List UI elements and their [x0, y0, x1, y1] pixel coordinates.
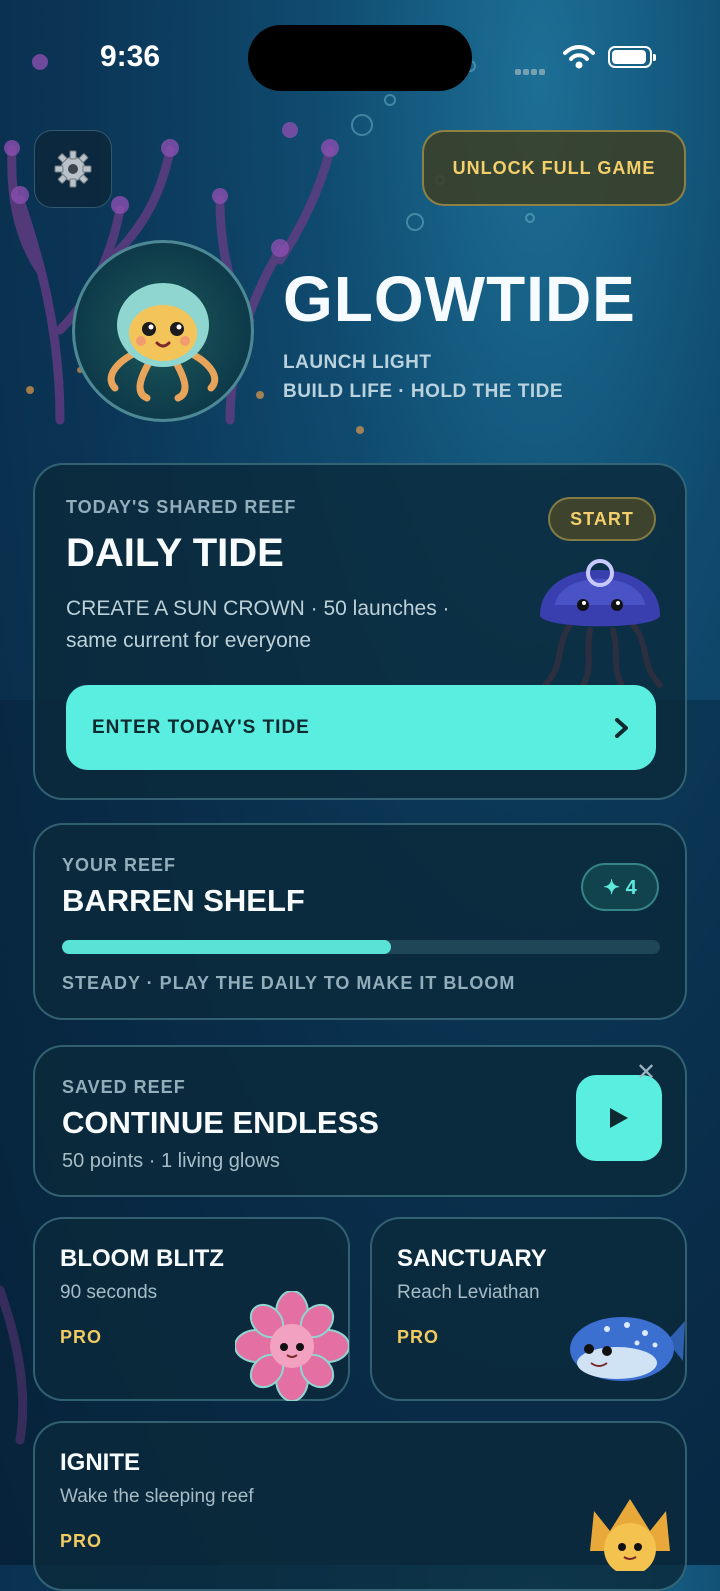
play-icon: [610, 1108, 628, 1128]
reef-label: YOUR REEF: [62, 855, 177, 875]
sun-crown-creature-icon: [590, 1499, 670, 1571]
enter-todays-tide-label: ENTER TODAY'S TIDE: [92, 717, 310, 738]
close-icon[interactable]: ✕: [636, 1061, 656, 1085]
tagline-line-2: BUILD LIFE · HOLD THE TIDE: [283, 381, 564, 402]
saved-label: SAVED REEF: [62, 1077, 186, 1097]
mode-subtitle: Wake the sleeping reef: [60, 1486, 254, 1507]
battery-icon: [608, 46, 656, 68]
mode-card-bloom-blitz[interactable]: BLOOM BLITZ 90 seconds PRO: [33, 1217, 350, 1401]
signal-icon: [515, 62, 547, 80]
mode-title: SANCTUARY: [397, 1245, 547, 1272]
wifi-icon: [563, 45, 595, 69]
mode-title: IGNITE: [60, 1449, 141, 1476]
whale-shark-icon: [570, 1317, 685, 1381]
status-time: 9:36: [100, 40, 161, 73]
octopus-icon: [107, 283, 219, 402]
saved-reef-card[interactable]: SAVED REEF CONTINUE ENDLESS 50 points · …: [33, 1045, 687, 1197]
reef-progress-bar: [62, 940, 660, 954]
dynamic-island: [248, 25, 472, 91]
reef-progress-fill: [62, 940, 391, 954]
unlock-full-game-button[interactable]: UNLOCK FULL GAME: [422, 130, 686, 206]
octopus-mascot-avatar: [72, 240, 254, 422]
enter-todays-tide-button[interactable]: ENTER TODAY'S TIDE: [66, 685, 656, 770]
reef-status: STEADY · PLAY THE DAILY TO MAKE IT BLOOM: [62, 973, 516, 993]
daily-label: TODAY'S SHARED REEF: [66, 497, 297, 517]
pro-badge: PRO: [397, 1327, 440, 1347]
jellyfish-icon: [540, 559, 663, 693]
mode-subtitle: 90 seconds: [60, 1282, 158, 1303]
pro-badge: PRO: [60, 1327, 103, 1347]
mode-subtitle: Reach Leviathan: [397, 1282, 540, 1303]
pro-badge: PRO: [60, 1531, 103, 1551]
mode-card-sanctuary[interactable]: SANCTUARY Reach Leviathan PRO: [370, 1217, 687, 1401]
mode-title: BLOOM BLITZ: [60, 1245, 224, 1272]
mode-card-ignite[interactable]: IGNITE Wake the sleeping reef PRO: [33, 1421, 687, 1591]
status-bar: 9:36: [0, 0, 720, 110]
gem-count-badge: ✦ 4: [581, 863, 659, 911]
tagline-line-1: LAUNCH LIGHT: [283, 352, 432, 373]
daily-description-line-1: CREATE A SUN CROWN · 50 launches ·: [66, 597, 450, 620]
flower-creature-icon: [235, 1291, 349, 1401]
saved-detail: 50 points · 1 living glows: [62, 1150, 280, 1172]
game-title: GLOWTIDE: [283, 263, 636, 335]
gear-icon: [54, 150, 92, 188]
daily-tide-card: TODAY'S SHARED REEF DAILY TIDE START CRE…: [33, 463, 687, 800]
daily-description-line-2: same current for everyone: [66, 629, 312, 652]
saved-title: CONTINUE ENDLESS: [62, 1105, 379, 1140]
daily-title: DAILY TIDE: [66, 531, 284, 575]
settings-button[interactable]: [34, 130, 112, 208]
chevron-right-icon: [615, 718, 628, 738]
your-reef-card: YOUR REEF BARREN SHELF ✦ 4 STEADY · PLAY…: [33, 823, 687, 1020]
reef-title: BARREN SHELF: [62, 883, 305, 918]
continue-play-button[interactable]: [576, 1075, 662, 1161]
